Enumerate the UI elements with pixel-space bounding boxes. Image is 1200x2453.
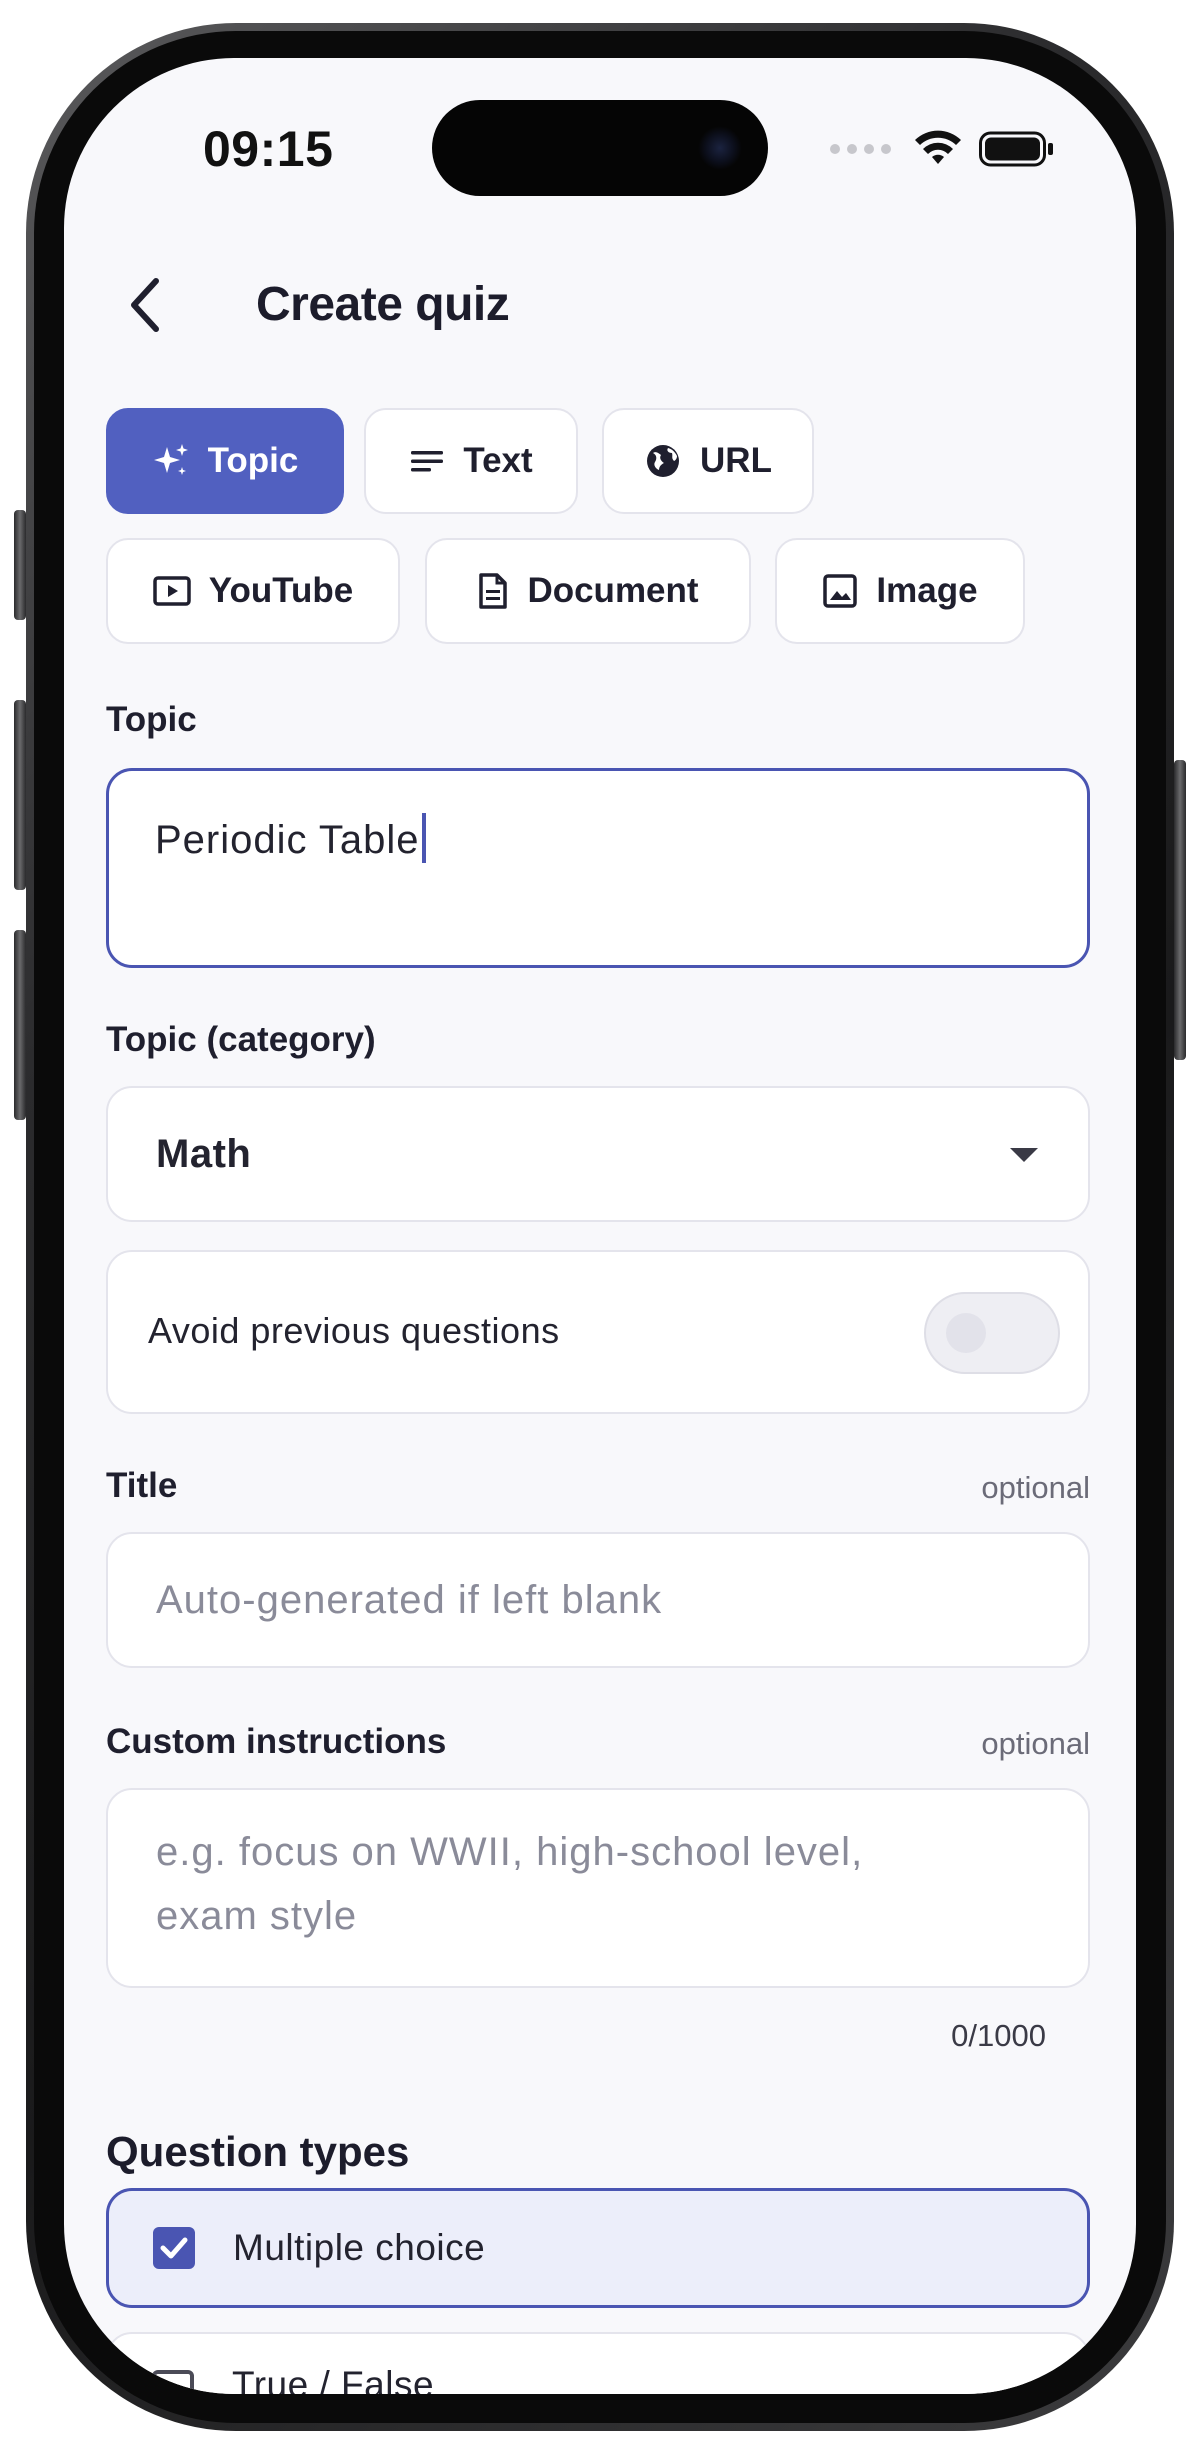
instructions-textarea[interactable]: e.g. focus on WWII, high-school level, e… [106, 1788, 1090, 1988]
camera-icon [698, 126, 742, 170]
category-select[interactable]: Math [106, 1086, 1090, 1222]
instructions-optional-hint: optional [981, 1726, 1090, 1761]
globe-icon [647, 445, 680, 477]
tab-youtube-label: YouTube [208, 571, 354, 610]
instructions-char-counter: 0/1000 [951, 2018, 1046, 2053]
action-button [14, 510, 26, 620]
avoid-previous-toggle[interactable] [924, 1292, 1060, 1374]
back-button[interactable] [118, 270, 174, 340]
question-types-title: Question types [106, 2128, 410, 2175]
tab-topic[interactable]: Topic [106, 408, 344, 514]
volume-up-button [14, 700, 26, 890]
checkbox-checked[interactable] [153, 2227, 195, 2269]
tab-document[interactable]: Document [425, 538, 751, 644]
avoid-previous-card: Avoid previous questions [106, 1250, 1090, 1414]
volume-down-button [14, 930, 26, 1120]
tab-text-label: Text [463, 441, 533, 480]
title-optional-hint: optional [981, 1470, 1090, 1505]
topic-input[interactable]: Periodic Table [106, 768, 1090, 968]
caret-down-icon [1010, 1148, 1038, 1162]
tab-image-label: Image [876, 571, 978, 610]
status-icons [830, 130, 1055, 168]
topic-input-value: Periodic Table [155, 818, 420, 862]
play-video-icon [152, 576, 191, 606]
topic-label: Topic [106, 700, 197, 739]
sparkles-icon [153, 444, 188, 475]
wifi-icon [915, 130, 961, 164]
tab-url[interactable]: URL [602, 408, 814, 514]
tab-document-label: Document [527, 571, 699, 610]
page-title: Create quiz [256, 278, 510, 331]
tab-text[interactable]: Text [364, 408, 578, 514]
avoid-previous-label: Avoid previous questions [148, 1310, 560, 1351]
chevron-left-icon [131, 278, 159, 332]
cellular-signal-icon [830, 144, 891, 154]
tab-image[interactable]: Image [775, 538, 1025, 644]
checkbox-unchecked[interactable] [152, 2370, 194, 2394]
text-lines-icon [411, 451, 444, 472]
category-select-value: Math [156, 1132, 252, 1176]
question-type-multiple-choice[interactable]: Multiple choice [106, 2188, 1090, 2308]
title-input[interactable]: Auto-generated if left blank [106, 1532, 1090, 1668]
image-icon [823, 574, 858, 608]
title-input-placeholder: Auto-generated if left blank [156, 1578, 663, 1622]
tab-topic-label: Topic [207, 441, 299, 480]
category-label: Topic (category) [106, 1020, 376, 1059]
text-caret [421, 813, 426, 863]
document-icon [479, 573, 508, 609]
instructions-placeholder-line1: e.g. focus on WWII, high-school level, [156, 1830, 864, 1874]
checkmark-icon [160, 2237, 188, 2259]
question-type-label: True / False [232, 2364, 435, 2394]
tab-url-label: URL [700, 441, 772, 480]
status-time: 09:15 [203, 121, 334, 177]
toggle-knob [946, 1313, 986, 1353]
app-screen: 09:15 Create quiz Topic Text URL YouTube… [64, 58, 1136, 2394]
title-label: Title [106, 1466, 178, 1505]
power-button [1174, 760, 1186, 1060]
question-type-true-false[interactable]: True / False [106, 2332, 1090, 2394]
battery-icon [979, 131, 1053, 167]
instructions-label: Custom instructions [106, 1722, 447, 1761]
question-type-label: Multiple choice [233, 2227, 486, 2268]
instructions-placeholder-line2: exam style [156, 1894, 358, 1938]
tab-youtube[interactable]: YouTube [106, 538, 400, 644]
dynamic-island [432, 100, 768, 196]
